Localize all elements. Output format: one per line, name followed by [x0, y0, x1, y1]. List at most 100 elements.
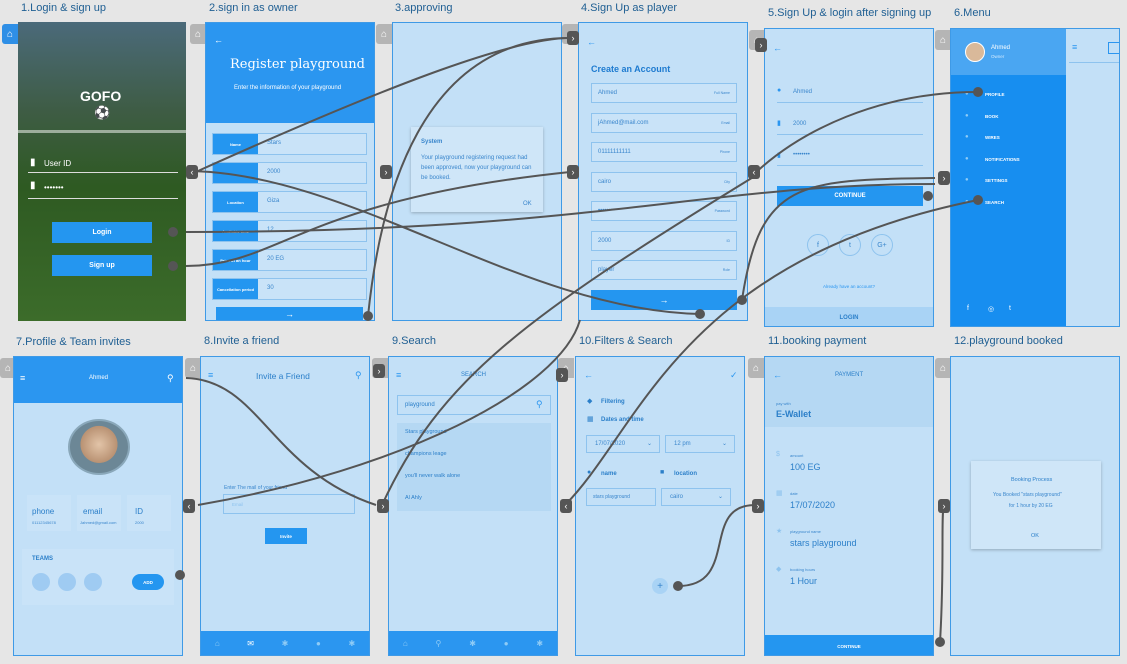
back-icon[interactable]: ←	[584, 370, 593, 380]
register-row[interactable]: Cancellation period 30	[212, 278, 367, 300]
search-result[interactable]: you'll never walk alone	[405, 473, 460, 479]
ok-button[interactable]: OK	[523, 201, 532, 207]
menu-item[interactable]: ● NOTIFICATIONS	[965, 156, 1055, 168]
nav-gear-icon[interactable]: ✱	[282, 639, 289, 648]
back-icon[interactable]: ←	[587, 37, 596, 47]
search-icon[interactable]: ⚲	[536, 399, 543, 410]
password-field[interactable]: •••••••	[44, 183, 64, 192]
link-arrow[interactable]: ›	[752, 499, 764, 513]
location-select[interactable]: cairo ⌄	[661, 488, 731, 506]
back-icon[interactable]: ←	[214, 35, 223, 45]
search-result[interactable]: Al Ahly	[405, 495, 422, 501]
add-team-button[interactable]: ADD	[132, 574, 164, 590]
home-icon[interactable]: ⌂	[2, 24, 18, 44]
home-icon[interactable]: ⌂	[190, 24, 206, 44]
nav-search-icon[interactable]: ⚲	[436, 639, 442, 648]
search-icon[interactable]: ⚲	[355, 370, 362, 381]
already-account-link[interactable]: Already have an account?	[823, 284, 875, 289]
link-arrow[interactable]: ›	[373, 364, 385, 378]
facebook-icon[interactable]: f	[807, 234, 829, 256]
account-field[interactable]: cairo City	[591, 171, 737, 192]
link-arrow[interactable]: ‹	[748, 165, 760, 179]
search-result[interactable]: Stars playground	[405, 429, 447, 435]
account-field[interactable]: 01111111111 Phone	[591, 142, 737, 162]
home-icon[interactable]: ⌂	[935, 358, 951, 378]
register-row[interactable]: Location Giza	[212, 191, 367, 213]
twitter-icon[interactable]: t	[839, 234, 861, 256]
back-icon[interactable]: ←	[773, 370, 782, 380]
add-icon[interactable]: +	[652, 578, 668, 594]
register-row[interactable]: 2000	[212, 162, 367, 184]
check-icon[interactable]: ✓	[730, 370, 738, 381]
nav-user-icon[interactable]: ●	[316, 639, 321, 648]
user-id-field[interactable]: User ID	[44, 159, 71, 168]
search-icon[interactable]: ⚲	[167, 373, 174, 384]
menu-item[interactable]: ● PROFILE	[965, 91, 1055, 103]
signup-button[interactable]: Sign up	[52, 255, 152, 276]
name-input[interactable]: stars playground	[586, 488, 656, 506]
link-arrow[interactable]: ‹	[186, 165, 198, 179]
back-icon[interactable]: ←	[773, 43, 782, 53]
team-avatar[interactable]	[32, 573, 50, 591]
nav-mail-icon[interactable]: ✉	[247, 639, 254, 648]
home-icon[interactable]: ⌂	[935, 30, 951, 50]
nav-user-icon[interactable]: ●	[504, 639, 509, 648]
hamburger-icon[interactable]: ≡	[1072, 42, 1077, 52]
link-arrow[interactable]: ‹	[560, 499, 572, 513]
account-field[interactable]: player Role	[591, 260, 737, 280]
login-button[interactable]: Login	[52, 222, 152, 243]
link-arrow[interactable]: ›	[567, 165, 579, 179]
login-button[interactable]: LOGIN	[765, 307, 933, 326]
facebook-icon[interactable]: f	[967, 305, 969, 312]
home-icon[interactable]: ⌂	[185, 358, 201, 378]
nav-settings-icon[interactable]: ✱	[348, 639, 355, 648]
menu-item[interactable]: ● SEARCH	[965, 199, 1055, 211]
time-select[interactable]: 12 pm ⌄	[665, 435, 735, 453]
register-row[interactable]: Available time 12	[212, 220, 367, 242]
hamburger-icon[interactable]: ≡	[20, 373, 25, 383]
home-icon[interactable]: ⌂	[748, 358, 764, 378]
nav-gear-icon[interactable]: ✱	[469, 639, 476, 648]
hamburger-icon[interactable]: ≡	[396, 370, 401, 380]
search-result[interactable]: champions leage	[405, 451, 447, 457]
team-avatar[interactable]	[58, 573, 76, 591]
link-arrow[interactable]: ›	[938, 499, 950, 513]
email-input[interactable]: Email	[223, 494, 355, 514]
team-avatar[interactable]	[84, 573, 102, 591]
menu-item[interactable]: ● WIRES	[965, 134, 1055, 146]
date-select[interactable]: 17/07/2020 ⌄	[586, 435, 660, 453]
hamburger-icon[interactable]: ≡	[208, 370, 213, 380]
link-arrow[interactable]: ›	[380, 165, 392, 179]
id-field[interactable]: 2000	[793, 121, 806, 127]
link-arrow[interactable]: ‹	[183, 499, 195, 513]
register-row[interactable]: Name Stars	[212, 133, 367, 155]
password-field[interactable]: ••••••••	[793, 152, 810, 158]
home-icon[interactable]: ⌂	[376, 24, 392, 44]
link-arrow[interactable]: ›	[938, 171, 950, 185]
menu-item[interactable]: ● SETTINGS	[965, 177, 1055, 189]
nav-settings-icon[interactable]: ✱	[536, 639, 543, 648]
ok-button[interactable]: OK	[1031, 533, 1039, 539]
account-field[interactable]: Ahmed Full Name	[591, 83, 737, 103]
invite-button[interactable]: Invite	[265, 528, 307, 544]
account-field[interactable]: jAhmed@mail.com Email	[591, 112, 737, 133]
name-field[interactable]: Ahmed	[793, 89, 812, 95]
next-button[interactable]: →	[591, 290, 737, 310]
search-input[interactable]: playground ⚲	[397, 395, 551, 415]
google-plus-icon[interactable]: G+	[871, 234, 893, 256]
link-arrow[interactable]: ›	[755, 38, 767, 52]
instagram-icon[interactable]: ◎	[988, 305, 994, 313]
twitter-icon[interactable]: t	[1009, 305, 1011, 312]
register-row[interactable]: Price of an hour 20 EG	[212, 249, 367, 271]
link-arrow[interactable]: ›	[377, 499, 389, 513]
next-button[interactable]: →	[216, 307, 363, 320]
nav-home-icon[interactable]: ⌂	[215, 639, 220, 648]
account-field[interactable]: 2000 ID	[591, 230, 737, 251]
continue-button[interactable]: CONTINUE	[765, 635, 933, 655]
menu-item[interactable]: ● BOOK	[965, 113, 1055, 125]
continue-button[interactable]: CONTINUE	[777, 186, 923, 206]
account-field[interactable]: •••••••• Password	[591, 201, 737, 221]
nav-home-icon[interactable]: ⌂	[403, 639, 408, 648]
link-arrow[interactable]: ›	[556, 368, 568, 382]
link-arrow[interactable]: ›	[567, 31, 579, 45]
